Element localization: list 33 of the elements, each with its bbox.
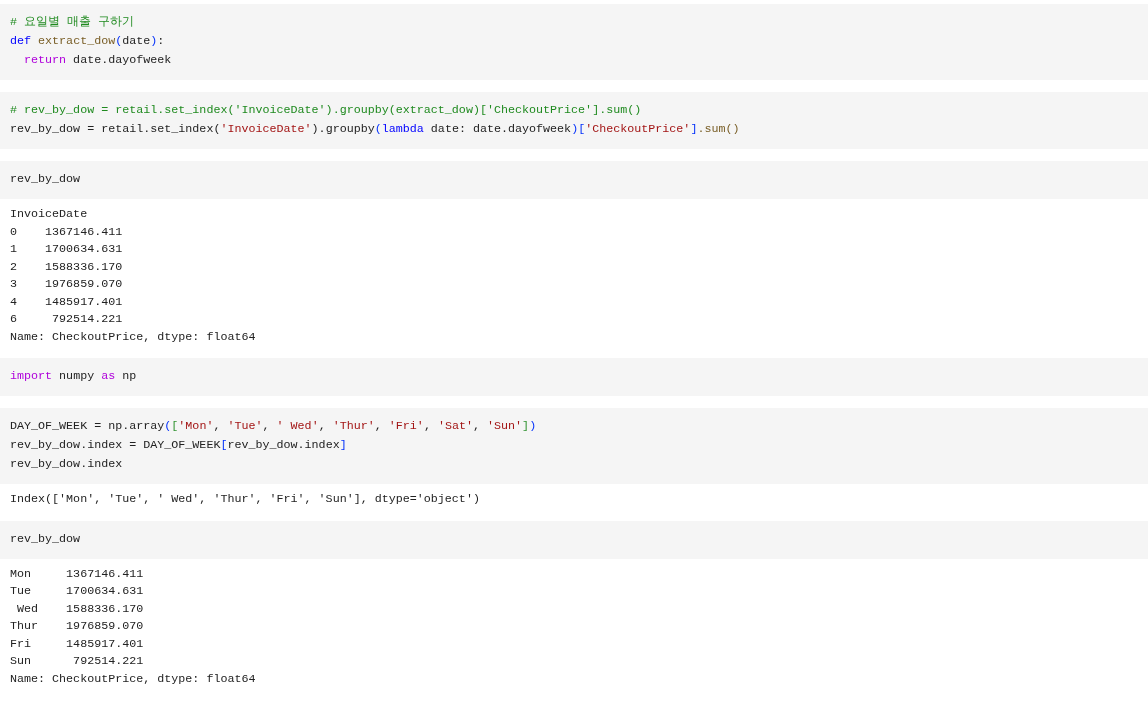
code-cell[interactable]: rev_by_dow xyxy=(0,520,1148,559)
code-line: import numpy as np xyxy=(10,368,137,385)
output-line: 3 1976859.070 xyxy=(10,276,123,293)
output-line: Sun 792514.221 xyxy=(10,653,144,670)
output-line: Thur 1976859.070 xyxy=(10,618,144,635)
output-line: 0 1367146.411 xyxy=(10,223,123,241)
code-line: rev_by_dow xyxy=(10,171,81,188)
code-line: rev_by_dow.index = DAY_OF_WEEK[rev_by_dow.index] xyxy=(10,437,347,454)
code-line: rev_by_dow xyxy=(10,530,81,548)
code-cell[interactable]: import numpy as np xyxy=(0,358,1148,396)
output-line: Name: CheckoutPrice, dtype: float64 xyxy=(10,328,256,346)
code-line: return date.dayofweek xyxy=(23,52,172,69)
code-line: # rev_by_dow = retail.set_index('InvoiceDate').groupby(extract_dow)['CheckoutPrice'].sum() xyxy=(10,102,642,119)
output-line: Fri 1485917.401 xyxy=(10,635,144,653)
code-line: DAY_OF_WEEK = np.array(['Mon', 'Tue', ' Wed', 'Thur', 'Fri', 'Sat', 'Sun']) xyxy=(10,418,537,435)
code-line: rev_by_dow.index xyxy=(10,456,123,473)
output-line: Wed 1588336.170 xyxy=(16,600,144,618)
code-cell[interactable]: # rev_by_dow = retail.set_index('InvoiceDate').groupby(extract_dow)['CheckoutPrice'].sum() rev_by_dow = retail.set_index('InvoiceDate').groupby(lambda date: date.dayofweek)['CheckoutPrice'].sum() xyxy=(0,92,1148,149)
code-cell[interactable]: DAY_OF_WEEK = np.array(['Mon', 'Tue', ' Wed', 'Thur', 'Fri', 'Sat', 'Sun']) rev_by_dow.index = DAY_OF_WEEK[rev_by_dow.index] rev_by_dow.index xyxy=(0,408,1148,484)
output-line: Tue 1700634.631 xyxy=(10,583,144,600)
code-line: rev_by_dow = retail.set_index('InvoiceDate').groupby(lambda date: date.dayofweek)['CheckoutPrice'].sum() xyxy=(10,121,740,138)
output-line: 1 1700634.631 xyxy=(10,241,123,258)
output-line: InvoiceDate xyxy=(10,206,88,223)
code-cell[interactable]: rev_by_dow xyxy=(0,161,1148,199)
output-line: 2 1588336.170 xyxy=(10,258,123,276)
output-line: Name: CheckoutPrice, dtype: float64 xyxy=(10,670,256,688)
output-line: 6 792514.221 xyxy=(10,311,123,328)
output-line: Mon 1367146.411 xyxy=(10,565,144,583)
code-line: def extract_dow(date): xyxy=(10,33,165,50)
output-line: 4 1485917.401 xyxy=(10,293,123,311)
code-cell[interactable]: # 요일별 매출 구하기 def extract_dow(date): return date.dayofweek xyxy=(0,4,1148,80)
code-line: # 요일별 매출 구하기 xyxy=(10,14,135,31)
output-line: Index(['Mon', 'Tue', ' Wed', 'Thur', 'Fri', 'Sun'], dtype='object') xyxy=(10,491,480,508)
